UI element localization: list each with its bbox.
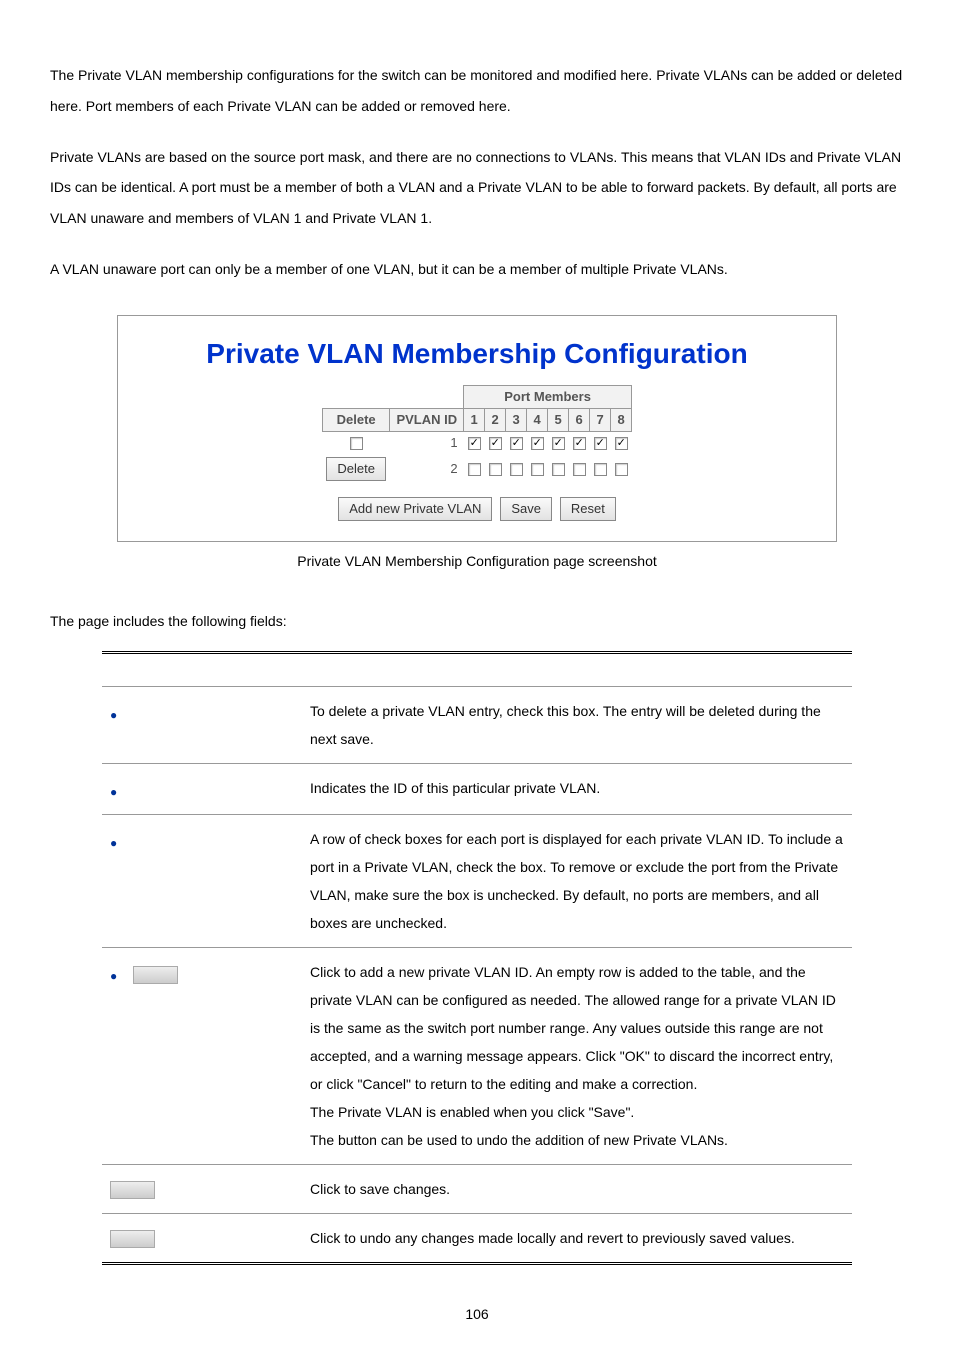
port-col-1: 1 [464,409,485,432]
field-description: Click to undo any changes made locally a… [302,1214,852,1264]
delete-checkbox[interactable] [350,437,363,450]
pvlan-id-cell: 2 [390,455,464,483]
port-member-checkbox[interactable] [573,437,586,450]
save-button[interactable]: Save [500,497,552,521]
port-col-7: 7 [590,409,611,432]
button-image-icon [110,1230,155,1248]
field-description: Click to add a new private VLAN ID. An e… [302,948,852,1165]
port-member-checkbox[interactable] [489,463,502,476]
port-member-checkbox[interactable] [510,437,523,450]
config-table: Port Members Delete PVLAN ID 1 2 3 4 5 6… [322,385,632,483]
reset-button[interactable]: Reset [560,497,616,521]
screenshot-caption: Private VLAN Membership Configuration pa… [50,552,904,572]
port-col-6: 6 [569,409,590,432]
fields-intro: The page includes the following fields: [50,612,904,632]
port-col-4: 4 [527,409,548,432]
screenshot-title: Private VLAN Membership Configuration [148,334,806,373]
port-member-checkbox[interactable] [468,463,481,476]
port-member-checkbox[interactable] [510,463,523,476]
bullet-icon: ● [110,703,117,727]
bullet-icon: ● [110,831,117,855]
field-description: A row of check boxes for each port is di… [302,815,852,948]
field-description: Indicates the ID of this particular priv… [302,764,852,815]
port-members-header: Port Members [464,385,632,408]
fields-table: ● To delete a private VLAN entry, check … [102,651,852,1265]
field-description: Click to save changes. [302,1165,852,1214]
table-row: ● Indicates the ID of this particular pr… [102,764,852,815]
table-row: Click to save changes. [102,1165,852,1214]
table-row: Delete 2 [322,455,631,483]
port-col-3: 3 [506,409,527,432]
intro-paragraph-3: A VLAN unaware port can only be a member… [50,254,904,285]
port-member-checkbox[interactable] [594,437,607,450]
port-member-checkbox[interactable] [594,463,607,476]
pvlan-id-cell: 1 [390,432,464,455]
table-row: ● Click to add a new private VLAN ID. An… [102,948,852,1165]
bullet-icon: ● [110,964,117,988]
port-col-8: 8 [611,409,632,432]
button-image-icon [133,966,178,984]
delete-header: Delete [322,409,390,432]
bullet-icon: ● [110,780,117,804]
field-description: To delete a private VLAN entry, check th… [302,687,852,764]
table-row: Click to undo any changes made locally a… [102,1214,852,1264]
intro-paragraph-1: The Private VLAN membership configuratio… [50,60,904,122]
port-member-checkbox[interactable] [531,437,544,450]
button-image-icon [110,1181,155,1199]
table-row: 1 [322,432,631,455]
add-new-button[interactable]: Add new Private VLAN [338,497,492,521]
port-member-checkbox[interactable] [573,463,586,476]
screenshot-box: Private VLAN Membership Configuration Po… [117,315,837,542]
port-member-checkbox[interactable] [552,437,565,450]
port-member-checkbox[interactable] [615,463,628,476]
port-member-checkbox[interactable] [552,463,565,476]
table-row: ● A row of check boxes for each port is … [102,815,852,948]
button-row: Add new Private VLAN Save Reset [148,497,806,521]
page-number: 106 [50,1305,904,1325]
port-member-checkbox[interactable] [489,437,502,450]
port-col-2: 2 [485,409,506,432]
port-member-checkbox[interactable] [531,463,544,476]
port-member-checkbox[interactable] [468,437,481,450]
port-member-checkbox[interactable] [615,437,628,450]
table-row: ● To delete a private VLAN entry, check … [102,687,852,764]
intro-paragraph-2: Private VLANs are based on the source po… [50,142,904,234]
pvlan-id-header: PVLAN ID [390,409,464,432]
port-col-5: 5 [548,409,569,432]
delete-button[interactable]: Delete [326,457,386,481]
